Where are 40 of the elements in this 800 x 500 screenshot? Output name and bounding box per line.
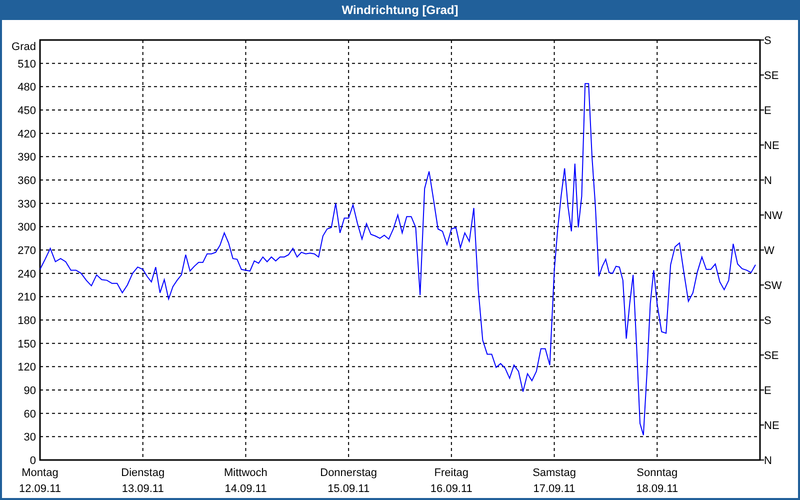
axis-title: Grad [12,41,36,53]
axis-tick-label: SE [764,70,779,82]
axis-tick-label: 390 [18,152,36,164]
axis-tick-label: 150 [18,338,36,350]
axis-tick-label: SW [764,280,782,292]
axis-tick-label: S [764,315,772,327]
axis-tick-label: Sonntag 18.09.11 [636,467,678,495]
axis-tick-label: 420 [18,128,36,140]
axis-tick-label: N [764,455,772,467]
axis-tick-label: S [764,35,772,47]
axis-tick-label: NE [764,420,780,432]
axis-tick-label: 120 [18,362,36,374]
axis-tick-label: 480 [18,82,36,94]
axis-tick-label: NW [764,210,782,222]
axis-tick-label: 210 [18,292,36,304]
axis-tick-label: 330 [18,198,36,210]
axis-tick-label: NE [764,140,780,152]
axis-tick-label: Mittwoch 14.09.11 [224,467,268,495]
axis-tick-label: Donnerstag 15.09.11 [320,467,377,495]
axis-tick-label: 240 [18,268,36,280]
axis-tick-label: 60 [24,408,36,420]
axis-tick-label: Samstag 17.09.11 [532,467,576,495]
axis-tick-label: 90 [24,385,36,397]
axis-tick-label: 360 [18,175,36,187]
axis-tick-label: 450 [18,105,36,117]
axis-tick-label: 180 [18,315,36,327]
axis-tick-label: SE [764,350,779,362]
axis-tick-label: 300 [18,222,36,234]
axis-tick-label: E [764,385,772,397]
axis-tick-label: N [764,175,772,187]
axis-tick-label: W [764,245,774,257]
axis-tick-label: Freitag 16.09.11 [430,467,472,495]
axis-tick-label: 0 [30,455,36,467]
axis-tick-label: E [764,105,772,117]
axis-tick-label: Montag 12.09.11 [19,467,61,495]
axis-tick-label: 510 [18,58,36,70]
axis-tick-label: 270 [18,245,36,257]
axis-tick-label: 30 [24,432,36,444]
axis-tick-label: Dienstag 13.09.11 [121,467,165,495]
window-title: Windrichtung [Grad] [342,2,458,19]
